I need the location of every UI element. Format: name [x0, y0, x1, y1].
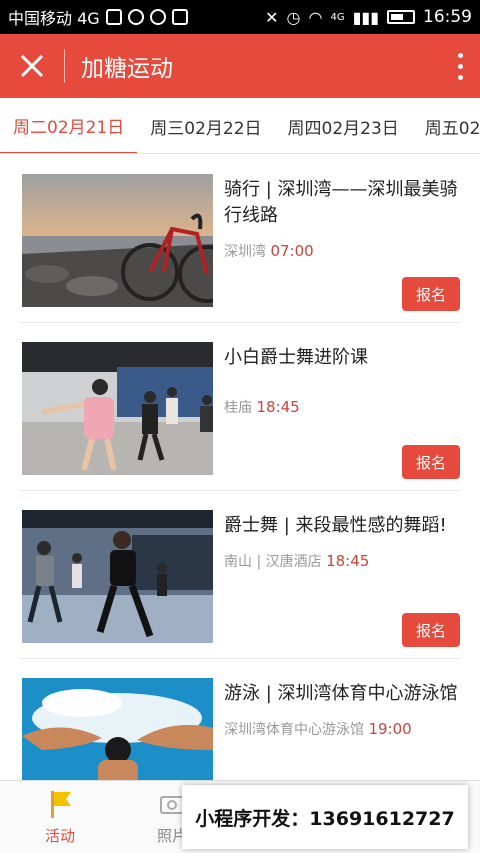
clock: 16:59: [423, 7, 472, 27]
message-notification-icon: [171, 9, 188, 25]
activity-meta: 深圳湾体育中心游泳馆 19:00: [224, 719, 460, 739]
activity-item[interactable]: 爵士舞 | 来段最性感的舞蹈! 南山 | 汉唐酒店 18:45 报名: [20, 491, 460, 659]
tab-date-2[interactable]: 周三02月22日: [137, 98, 274, 153]
tab-date-1[interactable]: 周二02月21日: [0, 98, 138, 153]
activity-location: 深圳湾体育中心游泳馆: [224, 722, 364, 738]
app-notification-icon: [127, 9, 144, 25]
activity-time: 07:00: [270, 242, 314, 260]
activity-title: 小白爵士舞进阶课: [224, 347, 368, 368]
date-tabs: 周二02月21日 周三02月22日 周四02月23日 周五02月: [0, 98, 480, 154]
more-button[interactable]: [440, 34, 480, 98]
activity-meta: 南山 | 汉唐酒店 18:45: [224, 551, 460, 571]
cycling-photo: [22, 174, 213, 307]
activity-title: 爵士舞 | 来段最性感的舞蹈!: [224, 515, 447, 536]
nav-tab-activities[interactable]: 活动: [0, 781, 120, 853]
app-notification-icon-2: [149, 9, 166, 25]
tab-date-4[interactable]: 周五02月: [412, 98, 480, 153]
header-divider: [64, 49, 65, 83]
battery-icon: [387, 10, 415, 24]
signup-button[interactable]: 报名: [402, 613, 460, 647]
dance-class-photo: [22, 342, 213, 475]
activity-location: 深圳湾: [224, 244, 266, 260]
wifi-icon: ◠: [308, 7, 323, 27]
image-notification-icon: [105, 9, 122, 25]
promo-banner: 小程序开发：13691612727: [182, 785, 468, 849]
activity-item[interactable]: 小白爵士舞进阶课 桂庙 18:45 报名: [20, 323, 460, 491]
mute-icon: ✕: [265, 7, 279, 27]
jazz-dance-photo: [22, 510, 213, 643]
alarm-icon: ◷: [286, 7, 301, 27]
flag-icon: [51, 791, 71, 818]
signup-button[interactable]: 报名: [402, 445, 460, 479]
activity-location: 桂庙: [224, 400, 252, 416]
activity-time: 18:45: [326, 552, 370, 570]
activity-time: 19:00: [368, 720, 412, 738]
page-title: 加糖运动: [81, 56, 173, 82]
activity-title: 骑行 | 深圳湾——深圳最美骑行线路: [224, 179, 458, 226]
tab-date-3[interactable]: 周四02月23日: [275, 98, 412, 153]
nav-tab-label: 活动: [44, 827, 75, 845]
activity-location: 南山 | 汉唐酒店: [224, 554, 322, 570]
carrier-label: 中国移动 4G: [8, 9, 100, 28]
status-bar: 中国移动 4G ✕ ◷ ◠ 4G ▮▮▮ 16:59: [0, 0, 480, 34]
app-header: 加糖运动: [0, 34, 480, 98]
signup-button[interactable]: 报名: [402, 277, 460, 311]
activity-time: 18:45: [256, 398, 300, 416]
signal-icon: ▮▮▮: [352, 7, 379, 27]
network-type-label: 4G: [330, 11, 345, 23]
activity-title: 游泳 | 深圳湾体育中心游泳馆: [224, 683, 458, 704]
close-button[interactable]: [0, 34, 64, 98]
activity-list: 骑行 | 深圳湾——深圳最美骑行线路 深圳湾 07:00 报名 小白爵士舞进阶课…: [0, 155, 480, 827]
activity-meta: 深圳湾 07:00: [224, 241, 460, 261]
activity-item[interactable]: 骑行 | 深圳湾——深圳最美骑行线路 深圳湾 07:00 报名: [20, 155, 460, 323]
close-icon: [20, 54, 44, 78]
more-vertical-icon: [457, 52, 463, 80]
activity-meta: 桂庙 18:45: [224, 397, 460, 417]
